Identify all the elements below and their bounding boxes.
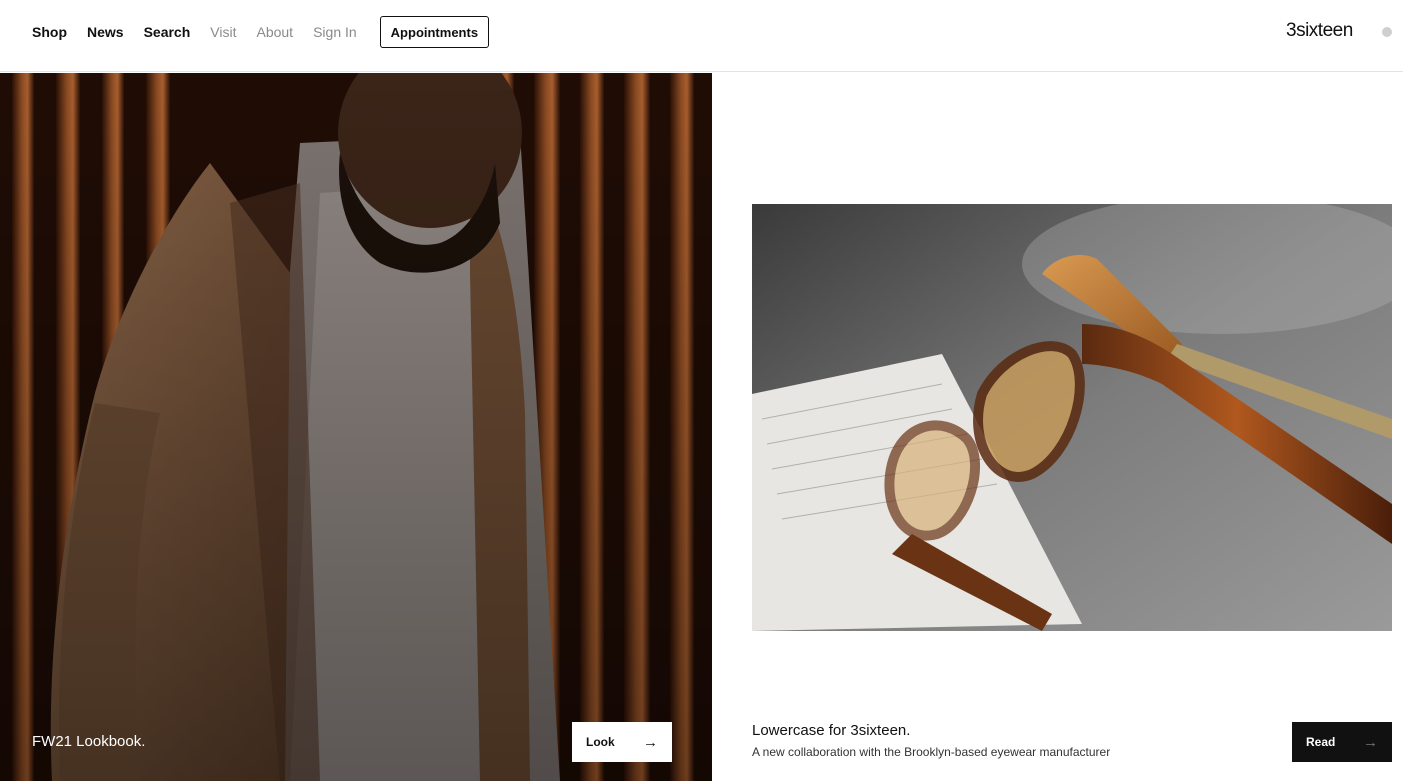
nav-sign-in-link[interactable]: Sign In	[313, 24, 357, 40]
read-button[interactable]: Read →	[1292, 722, 1392, 762]
nav-search-link[interactable]: Search	[144, 24, 191, 40]
article-title[interactable]: Lowercase for 3sixteen.	[752, 722, 910, 739]
site-header: Shop News Search Visit About Sign In App…	[0, 0, 1403, 72]
appointments-button[interactable]: Appointments	[379, 16, 490, 48]
brand-logo[interactable]: 3sixteen	[1286, 20, 1353, 42]
main-nav: Shop News Search Visit About Sign In App…	[32, 16, 490, 48]
arrow-right-icon: →	[643, 733, 658, 751]
nav-news-link[interactable]: News	[87, 24, 124, 40]
look-button-label: Look	[586, 735, 615, 749]
look-button[interactable]: Look →	[572, 722, 672, 762]
read-button-label: Read	[1306, 735, 1336, 749]
lookbook-caption: FW21 Lookbook.	[32, 733, 146, 750]
article-subtitle: A new collaboration with the Brooklyn-ba…	[752, 745, 1111, 759]
lookbook-feature-image[interactable]: FW21 Lookbook.	[0, 73, 712, 781]
eyewear-photo	[752, 204, 1392, 631]
nav-visit-link[interactable]: Visit	[210, 24, 236, 40]
cart-indicator-icon[interactable]	[1382, 27, 1392, 37]
nav-about-link[interactable]: About	[256, 24, 293, 40]
lookbook-photo	[0, 73, 712, 781]
nav-shop-link[interactable]: Shop	[32, 24, 67, 40]
arrow-right-icon: →	[1363, 733, 1378, 751]
lowercase-feature-image[interactable]	[752, 204, 1392, 631]
